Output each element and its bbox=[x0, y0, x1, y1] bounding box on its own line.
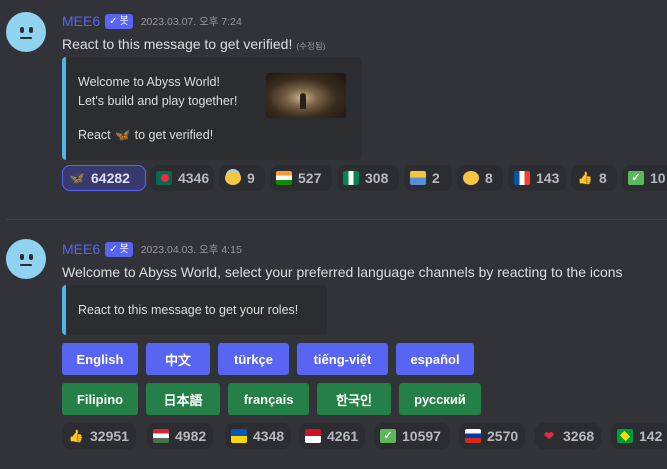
person-raising-hand-icon bbox=[410, 171, 426, 185]
reaction[interactable]: ❤ 3268 bbox=[535, 423, 601, 449]
language-button-korean[interactable]: 한국인 bbox=[317, 383, 391, 415]
embed: Welcome to Abyss World! Let's build and … bbox=[62, 57, 362, 160]
grinning-face-icon bbox=[463, 171, 479, 185]
flag-indonesia-icon bbox=[305, 429, 321, 443]
language-button-russian[interactable]: русский bbox=[399, 383, 481, 415]
language-button-spanish[interactable]: español bbox=[396, 343, 474, 375]
flag-bangladesh-icon bbox=[156, 171, 172, 185]
language-button-filipino[interactable]: Filipino bbox=[62, 383, 138, 415]
avatar[interactable] bbox=[6, 12, 46, 52]
smiling-face-with-halo-icon bbox=[225, 171, 241, 185]
butterfly-icon: 🦋 bbox=[115, 128, 131, 142]
embed-line: Welcome to Abyss World! bbox=[78, 75, 220, 89]
language-button-vietnamese[interactable]: tiếng-việt bbox=[297, 343, 388, 375]
flag-france-icon bbox=[514, 171, 530, 185]
language-button-turkish[interactable]: türkçe bbox=[218, 343, 289, 375]
reaction[interactable]: 527 bbox=[270, 165, 332, 191]
edited-label: (수정됨) bbox=[296, 41, 326, 51]
language-button-french[interactable]: français bbox=[228, 383, 309, 415]
embed-line: React 🦋 to get verified! bbox=[78, 128, 214, 142]
username[interactable]: MEE6 bbox=[62, 13, 100, 29]
embed-line: Let's build and play together! bbox=[78, 94, 238, 108]
bot-badge: ✓ 봇 bbox=[105, 13, 133, 29]
reaction[interactable]: 2570 bbox=[459, 423, 525, 449]
flag-nigeria-icon bbox=[343, 171, 359, 185]
reaction[interactable]: 🦋 64282 bbox=[62, 165, 146, 191]
check-mark-button-icon: ✓ bbox=[380, 429, 396, 443]
timestamp: 2023.04.03. 오후 4:15 bbox=[140, 243, 242, 256]
reaction[interactable]: 8 bbox=[457, 165, 503, 191]
language-button-japanese[interactable]: 日本語 bbox=[146, 383, 220, 415]
butterfly-icon: 🦋 bbox=[69, 171, 85, 185]
thumbs-up-icon: 👍 bbox=[577, 171, 593, 185]
reaction[interactable]: 4348 bbox=[225, 423, 291, 449]
message-header: MEE6 ✓ 봇 2023.04.03. 오후 4:15 bbox=[62, 241, 242, 257]
flag-ukraine-icon bbox=[231, 429, 247, 443]
reaction[interactable]: 4261 bbox=[299, 423, 365, 449]
timestamp: 2023.03.07. 오후 7:24 bbox=[140, 15, 242, 28]
reaction[interactable]: 142 bbox=[611, 423, 667, 449]
message-text: Welcome to Abyss World, select your pref… bbox=[62, 264, 623, 280]
reaction[interactable]: 4982 bbox=[147, 423, 213, 449]
red-heart-icon: ❤ bbox=[543, 429, 555, 443]
thumbs-up-icon: 👍 bbox=[68, 429, 84, 443]
embed-thumbnail[interactable] bbox=[266, 73, 346, 118]
embed-line: React to this message to get your roles! bbox=[78, 303, 299, 317]
bot-badge: ✓ 봇 bbox=[105, 241, 133, 257]
reaction[interactable]: 9 bbox=[219, 165, 265, 191]
reaction[interactable]: 4346 bbox=[150, 165, 214, 191]
reaction[interactable]: ✓ 10 bbox=[622, 165, 667, 191]
username[interactable]: MEE6 bbox=[62, 241, 100, 257]
language-button-english[interactable]: English bbox=[62, 343, 138, 375]
flag-hungary-icon bbox=[153, 429, 169, 443]
check-mark-button-icon: ✓ bbox=[628, 171, 644, 185]
message-header: MEE6 ✓ 봇 2023.03.07. 오후 7:24 bbox=[62, 13, 242, 29]
reaction[interactable]: 143 bbox=[508, 165, 566, 191]
check-icon: ✓ bbox=[109, 243, 118, 255]
reaction[interactable]: 👍 32951 bbox=[62, 423, 136, 449]
avatar[interactable] bbox=[6, 239, 46, 279]
check-icon: ✓ bbox=[109, 15, 118, 27]
embed: React to this message to get your roles! bbox=[62, 285, 327, 335]
date-divider bbox=[6, 219, 667, 220]
flag-india-icon bbox=[276, 171, 292, 185]
reaction-bar: 👍 32951 4982 4348 4261 ✓ 10597 2570 ❤ 32… bbox=[62, 423, 667, 449]
reaction[interactable]: 👍 8 bbox=[571, 165, 617, 191]
reaction[interactable]: 2 bbox=[404, 165, 452, 191]
message-text: React to this message to get verified! (수… bbox=[62, 36, 326, 52]
flag-russia-icon bbox=[465, 429, 481, 443]
reaction[interactable]: 308 bbox=[337, 165, 399, 191]
reaction-bar: 🦋 64282 4346 9 527 308 2 8 143 👍 8 ✓ 10 bbox=[62, 165, 667, 191]
flag-brazil-icon bbox=[617, 429, 633, 443]
reaction[interactable]: ✓ 10597 bbox=[374, 423, 450, 449]
language-button-chinese[interactable]: 中文 bbox=[146, 343, 210, 375]
